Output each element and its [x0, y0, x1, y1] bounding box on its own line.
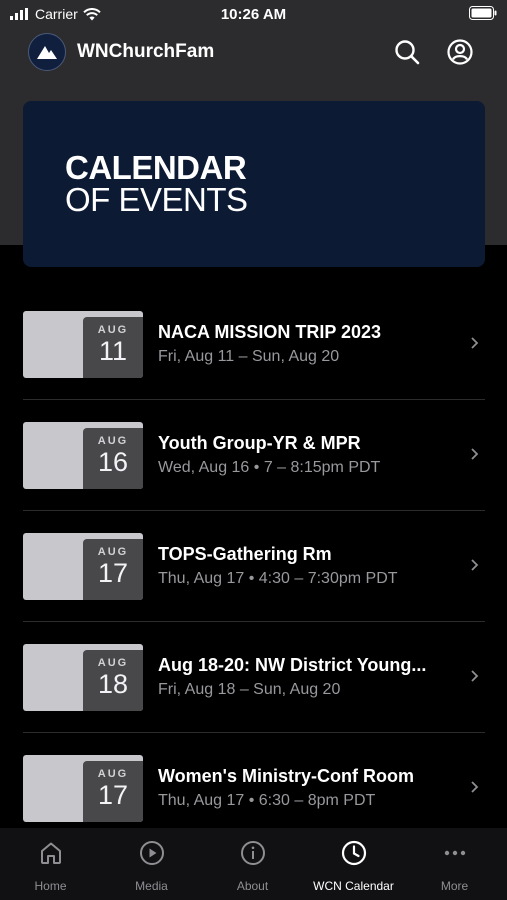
tab-home[interactable]: Home [0, 828, 101, 900]
app-header: WNChurchFam [0, 28, 507, 78]
tab-label: Home [34, 879, 67, 893]
tab-about[interactable]: About [202, 828, 303, 900]
battery-icon [469, 6, 497, 23]
app-logo[interactable] [28, 33, 66, 71]
event-datetime: Fri, Aug 18 – Sun, Aug 20 [158, 681, 341, 698]
event-row[interactable]: AUG 17 TOPS-Gathering Rm Thu, Aug 17 • 4… [0, 511, 507, 622]
event-row[interactable]: AUG 16 Youth Group-YR & MPR Wed, Aug 16 … [0, 400, 507, 511]
profile-button[interactable] [445, 37, 475, 67]
tab-label: More [440, 879, 469, 893]
home-icon [40, 842, 61, 864]
date-badge: AUG 18 [83, 650, 143, 711]
chevron-right-icon [471, 337, 479, 349]
more-icon [444, 850, 465, 856]
search-icon [395, 40, 420, 65]
date-month: AUG [97, 546, 129, 558]
profile-icon [447, 39, 473, 65]
tab-media[interactable]: Media [101, 828, 202, 900]
date-day: 11 [98, 336, 128, 366]
date-day: 18 [97, 669, 129, 699]
tab-label: Media [135, 879, 168, 893]
event-datetime: Wed, Aug 16 • 7 – 8:15pm PDT [158, 459, 381, 476]
chevron-right-icon [471, 559, 479, 571]
event-title: Aug 18-20: NW District Young... [158, 655, 427, 675]
status-time: 10:26 AM [220, 6, 287, 23]
tab-label: WCN Calendar [313, 879, 394, 893]
logo-icon [37, 46, 57, 59]
date-day: 17 [97, 558, 129, 588]
event-row[interactable]: AUG 18 Aug 18-20: NW District Young... F… [0, 622, 507, 733]
date-day: 16 [97, 447, 129, 477]
event-row[interactable]: AUG 11 NACA MISSION TRIP 2023 Fri, Aug 1… [0, 289, 507, 400]
calendar-banner: CALENDAR OF EVENTS [23, 101, 485, 267]
tab-label: About [236, 879, 269, 893]
status-bar: Carrier 10:26 AM [0, 0, 507, 28]
date-badge: AUG 11 [83, 317, 143, 378]
date-month: AUG [97, 768, 129, 780]
event-title: Women's Ministry-Conf Room [158, 766, 414, 786]
tab-wcn-calendar[interactable]: WCN Calendar [303, 828, 404, 900]
date-day: 17 [97, 780, 129, 810]
search-button[interactable] [392, 37, 422, 67]
tab-bar: Home Media About WCN Calendar More [0, 828, 507, 900]
tab-more[interactable]: More [404, 828, 505, 900]
chevron-right-icon [471, 448, 479, 460]
info-icon [240, 841, 265, 865]
event-datetime: Fri, Aug 11 – Sun, Aug 20 [158, 348, 340, 365]
app-title: WNChurchFam [77, 41, 215, 62]
event-list: AUG 11 NACA MISSION TRIP 2023 Fri, Aug 1… [0, 289, 507, 844]
date-month: AUG [97, 657, 129, 669]
event-title: TOPS-Gathering Rm [158, 544, 332, 564]
chevron-right-icon [471, 670, 479, 682]
event-datetime: Thu, Aug 17 • 4:30 – 7:30pm PDT [158, 570, 398, 587]
chevron-right-icon [471, 781, 479, 793]
date-month: AUG [97, 435, 129, 447]
date-badge: AUG 16 [83, 428, 143, 489]
date-badge: AUG 17 [83, 761, 143, 822]
play-icon [139, 841, 164, 865]
event-datetime: Thu, Aug 17 • 6:30 – 8pm PDT [158, 792, 376, 809]
clock-icon [341, 840, 366, 866]
event-title: NACA MISSION TRIP 2023 [158, 322, 382, 342]
banner-title-line2: OF EVENTS [65, 181, 248, 218]
date-month: AUG [97, 324, 129, 336]
event-title: Youth Group-YR & MPR [158, 433, 361, 453]
date-badge: AUG 17 [83, 539, 143, 600]
